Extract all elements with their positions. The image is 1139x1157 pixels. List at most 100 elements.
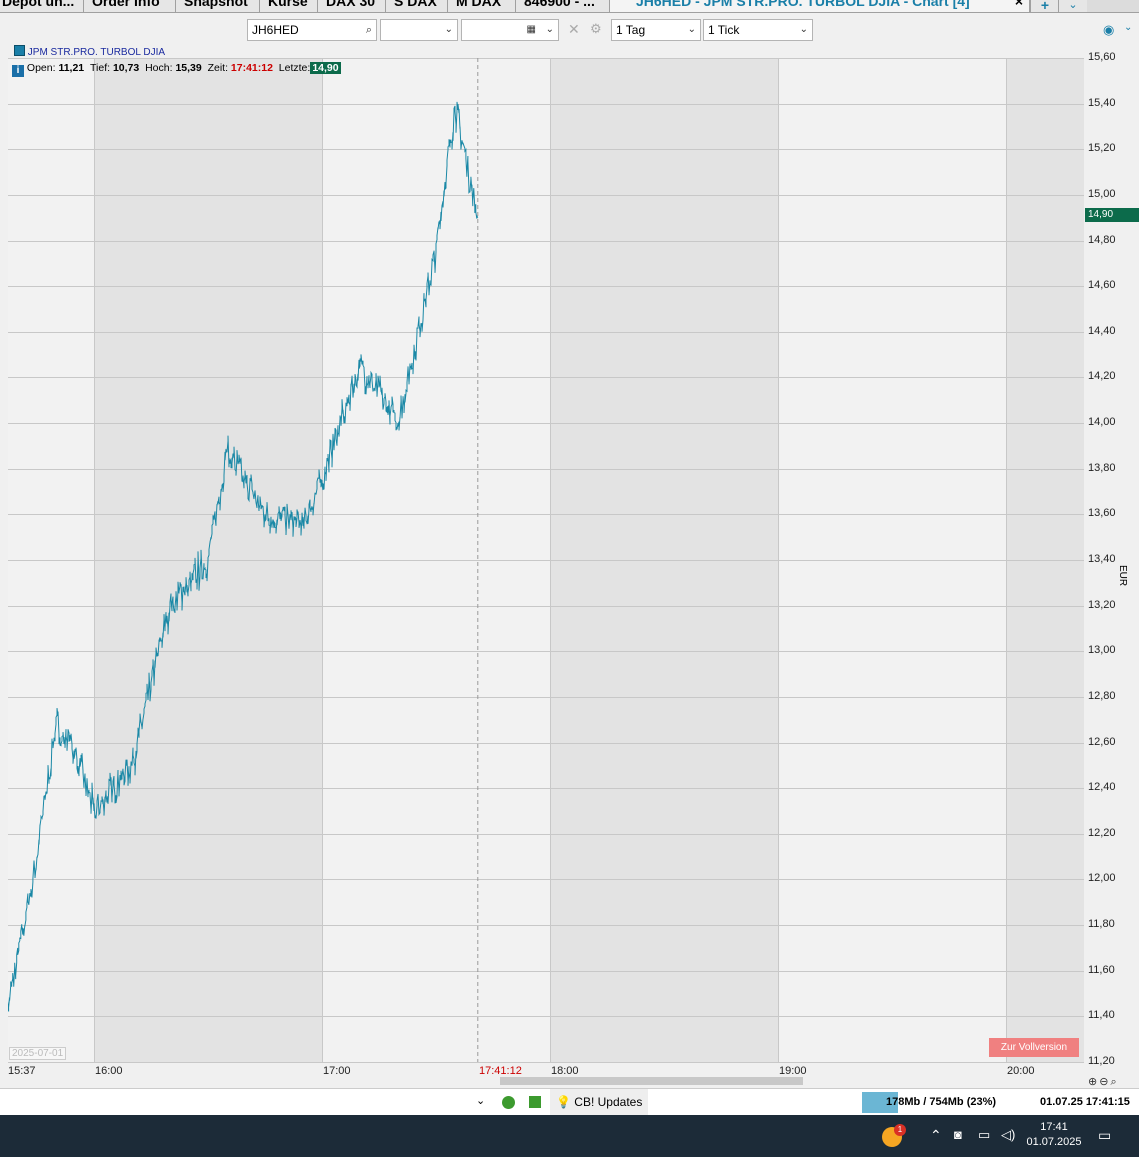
y-tick-label: 14,00 <box>1088 416 1116 428</box>
chevron-down-icon: ⌄ <box>545 24 554 35</box>
clear-icon[interactable]: ✕ <box>568 21 580 38</box>
y-tick-label: 14,40 <box>1088 325 1116 337</box>
clock[interactable]: 17:41 01.07.2025 <box>1026 1120 1082 1150</box>
chevron-down-icon: ⌄ <box>799 24 808 35</box>
y-tick-label: 11,20 <box>1088 1055 1115 1067</box>
tab-dax-30[interactable]: DAX 30 <box>318 0 386 12</box>
last-price-tag: 14,90 <box>1085 208 1139 222</box>
tab-depot[interactable]: Depot un... <box>0 0 84 12</box>
horizontal-scrollbar-thumb[interactable] <box>500 1077 803 1085</box>
tab-label: Kurse <box>268 0 308 9</box>
tab-label: 846900 - ... <box>524 0 595 9</box>
chevron-down-icon: ⌄ <box>444 24 453 35</box>
calendar-icon[interactable]: ▦ <box>527 20 536 40</box>
lightbulb-icon: 💡 <box>556 1095 571 1109</box>
high-label: Hoch: <box>145 62 173 74</box>
y-tick-label: 15,00 <box>1088 188 1116 200</box>
y-tick-label: 12,80 <box>1088 690 1116 702</box>
clock-time: 17:41 <box>1040 1121 1068 1133</box>
settings-icon[interactable]: ⚙ <box>590 21 602 37</box>
zoom-out-icon[interactable]: ⊖ <box>1099 1076 1110 1088</box>
notifications-icon[interactable]: ▭ <box>1098 1127 1111 1144</box>
close-tab-icon[interactable]: × <box>1015 0 1023 8</box>
status-datetime: 01.07.25 17:41:15 <box>1040 1096 1130 1108</box>
memory-usage-text: 178Mb / 754Mb (23%) <box>886 1096 997 1108</box>
y-tick-label: 15,40 <box>1088 97 1116 109</box>
date-picker[interactable]: ▦ ⌄ <box>461 19 559 41</box>
high-value: 15,39 <box>175 62 202 74</box>
cursor-time-label: 17:41:12 <box>479 1065 522 1077</box>
search-icon[interactable]: ⌕ <box>366 20 372 40</box>
period-value: 1 Tag <box>616 23 646 37</box>
y-tick-label: 13,20 <box>1088 599 1116 611</box>
symbol-value: JH6HED <box>252 23 299 37</box>
date-tag: 2025-07-01 <box>9 1047 67 1060</box>
info-icon[interactable]: i <box>12 65 24 77</box>
tab-kurse[interactable]: Kurse <box>260 0 318 12</box>
upgrade-button-label: Zur Vollversion <box>1000 1042 1068 1053</box>
notification-badge: 1 <box>894 1124 906 1136</box>
chart-toolbar: JH6HED ⌕ ⌄ ▦ ⌄ ✕ ⚙ 1 Tag ⌄ 1 Tick ⌄ ◉ ⌄ <box>0 13 1139 45</box>
price-chart[interactable]: 15,60 15,40 15,20 15,00 14,80 14,60 14,40 14,20… <box>8 45 1139 1088</box>
zoom-reset-icon[interactable]: ⌕ <box>1110 1076 1118 1088</box>
updates-button[interactable]: 💡 CB! Updates <box>550 1089 649 1115</box>
tab-label: M DAX <box>456 0 502 9</box>
y-tick-label: 12,20 <box>1088 827 1116 839</box>
updates-label: CB! Updates <box>574 1095 643 1109</box>
date-tag-value: 2025-07-01 <box>12 1048 64 1059</box>
period-select[interactable]: 1 Tag ⌄ <box>611 19 701 41</box>
tab-m-dax[interactable]: M DAX <box>448 0 516 12</box>
symbol-input[interactable]: JH6HED ⌕ <box>247 19 377 41</box>
y-tick-label: 13,80 <box>1088 462 1116 474</box>
y-tick-label: 15,60 <box>1088 51 1116 63</box>
tab-chart-active[interactable]: JH6HED - JPM STR.PRO. TURBOL DJIA - Char… <box>610 0 1030 12</box>
eye-icon[interactable]: ◉ <box>1103 22 1114 38</box>
interval-select[interactable]: 1 Tick ⌄ <box>703 19 813 41</box>
last-price-value: 14,90 <box>1088 209 1114 220</box>
last-value: 14,90 <box>310 62 341 74</box>
os-taskbar: 1 ⌃ ◙ ▭ ◁) 17:41 01.07.2025 ▭ <box>0 1115 1139 1157</box>
price-line-chart <box>8 58 479 1062</box>
upgrade-button[interactable]: Zur Vollversion <box>989 1038 1079 1057</box>
y-tick-label: 11,80 <box>1088 918 1115 930</box>
low-value: 10,73 <box>112 62 140 74</box>
webcam-icon[interactable]: ◙ <box>954 1127 962 1142</box>
data-status-icon <box>529 1096 541 1108</box>
tab-order-info[interactable]: Order Info <box>84 0 176 12</box>
y-tick-label: 13,00 <box>1088 644 1116 656</box>
add-tab-button[interactable]: + <box>1030 0 1059 12</box>
tab-label: DAX 30 <box>326 0 376 9</box>
tab-label: Depot un... <box>2 0 75 9</box>
tab-label: Snapshot <box>184 0 248 9</box>
tab-menu-button[interactable]: ⌄ <box>1058 0 1087 12</box>
clock-date: 01.07.2025 <box>1026 1136 1082 1148</box>
tab-s-dax[interactable]: S DAX <box>386 0 448 12</box>
legend-swatch <box>14 45 25 56</box>
y-tick-label: 13,40 <box>1088 553 1116 565</box>
tab-label: Order Info <box>92 0 160 9</box>
y-tick-label: 14,20 <box>1088 370 1116 382</box>
zoom-in-icon[interactable]: ⊕ <box>1088 1076 1099 1088</box>
connection-status-icon <box>502 1096 515 1109</box>
volume-icon[interactable]: ◁) <box>1001 1127 1015 1143</box>
zoom-controls[interactable]: ⊕⊖⌕ <box>1088 1075 1119 1089</box>
last-label: Letzte: <box>278 62 311 74</box>
chevron-down-icon[interactable]: ⌄ <box>1124 22 1132 33</box>
y-tick-label: 14,80 <box>1088 234 1116 246</box>
time-value: 17:41:12 <box>230 62 273 74</box>
plus-icon: + <box>1040 0 1050 13</box>
select-one[interactable]: ⌄ <box>380 19 458 41</box>
open-label: Open: <box>26 62 56 74</box>
chevron-down-icon[interactable]: ⌄ <box>476 1094 485 1107</box>
network-icon[interactable]: ▭ <box>978 1127 990 1143</box>
legend-label: JPM STR.PRO. TURBOL DJIA <box>27 47 166 58</box>
tab-846900[interactable]: 846900 - ... <box>516 0 610 12</box>
tab-snapshot[interactable]: Snapshot <box>176 0 260 12</box>
status-bar: ⌄ 💡 CB! Updates 178Mb / 754Mb (23%) 01.0… <box>0 1088 1139 1116</box>
chevron-up-icon[interactable]: ⌃ <box>930 1127 942 1144</box>
memory-usage: 178Mb / 754Mb (23%) <box>886 1096 996 1108</box>
tab-label: S DAX <box>394 0 437 9</box>
status-datetime-text: 01.07.25 17:41:15 <box>1040 1096 1130 1108</box>
unit-text: EUR <box>1117 565 1128 587</box>
unit-label: EUR <box>1117 565 1128 586</box>
